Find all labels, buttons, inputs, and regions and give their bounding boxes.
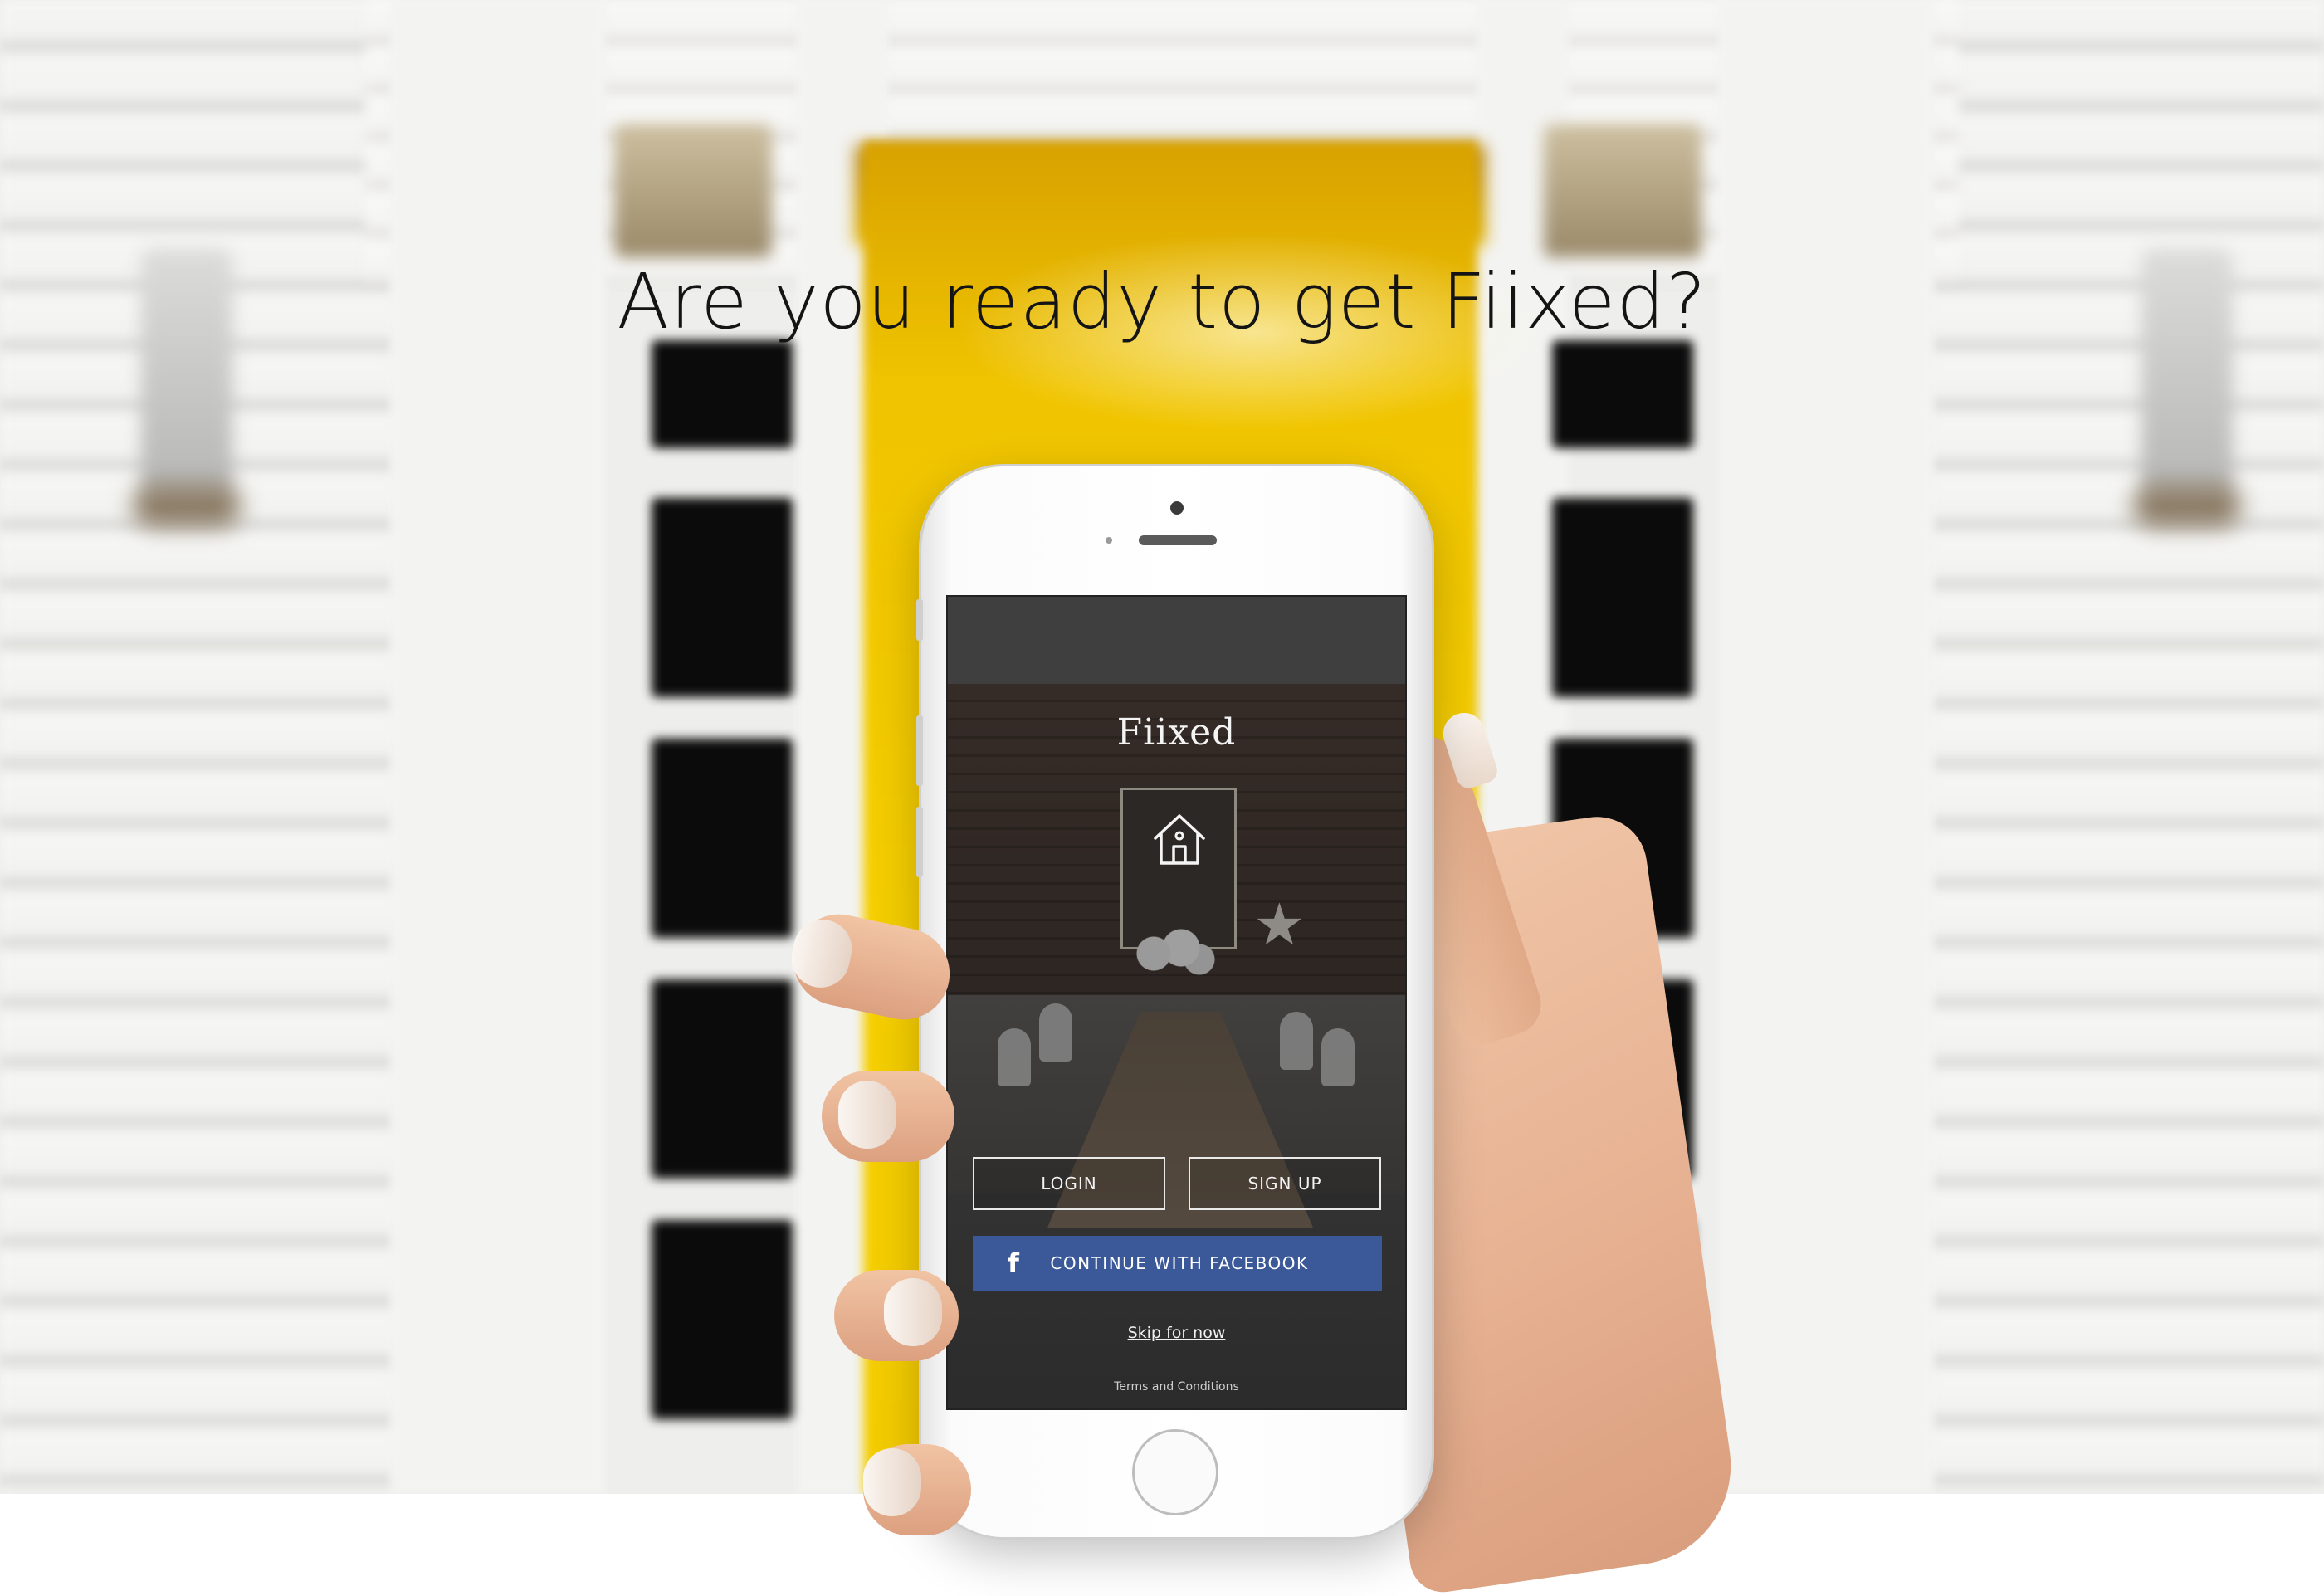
mute-switch: [916, 599, 923, 641]
proximity-sensor: [1106, 537, 1112, 544]
bracket-right: [1544, 124, 1702, 257]
facebook-icon: f: [1008, 1247, 1021, 1279]
window-pane: [652, 979, 793, 1179]
front-camera: [1170, 501, 1184, 515]
window-pane: [1552, 340, 1693, 448]
lamp-base-right: [2133, 486, 2241, 527]
facebook-button-label: CONTINUE WITH FACEBOOK: [1050, 1253, 1309, 1273]
door-frame-left: [390, 0, 606, 1494]
headline: Are you ready to get Fiixed?: [617, 257, 1707, 346]
window-pane: [652, 1220, 793, 1419]
earpiece-speaker: [1139, 535, 1217, 545]
siding-right: [1926, 0, 2324, 1494]
volume-up-button: [916, 715, 923, 786]
continue-with-facebook-button[interactable]: f CONTINUE WITH FACEBOOK: [973, 1236, 1382, 1291]
sign-up-button[interactable]: SIGN UP: [1189, 1157, 1381, 1210]
finger-nail: [863, 1448, 921, 1516]
home-button: [1132, 1429, 1218, 1515]
siding-left: [0, 0, 398, 1494]
window-pane: [652, 739, 793, 938]
app-screen: ★ Fiixed LOGIN SIGN UP f CONTINUE WITH F…: [946, 595, 1407, 1410]
window-pane: [652, 340, 793, 448]
smartphone: ★ Fiixed LOGIN SIGN UP f CONTINUE WITH F…: [916, 466, 1432, 1537]
app-logo: Fiixed: [1116, 711, 1237, 754]
volume-down-button: [916, 807, 923, 877]
terms-and-conditions-link[interactable]: Terms and Conditions: [948, 1380, 1405, 1393]
finger-nail: [838, 1081, 896, 1149]
lamp-base-left: [133, 486, 241, 527]
house-icon: [1154, 814, 1205, 865]
window-pane: [652, 498, 793, 697]
window-pane: [1552, 498, 1693, 697]
finger-nail: [884, 1278, 942, 1346]
login-button[interactable]: LOGIN: [973, 1157, 1165, 1210]
skip-for-now-link[interactable]: Skip for now: [948, 1324, 1405, 1342]
bracket-left: [614, 124, 772, 257]
door-frame-right: [1718, 0, 1934, 1494]
